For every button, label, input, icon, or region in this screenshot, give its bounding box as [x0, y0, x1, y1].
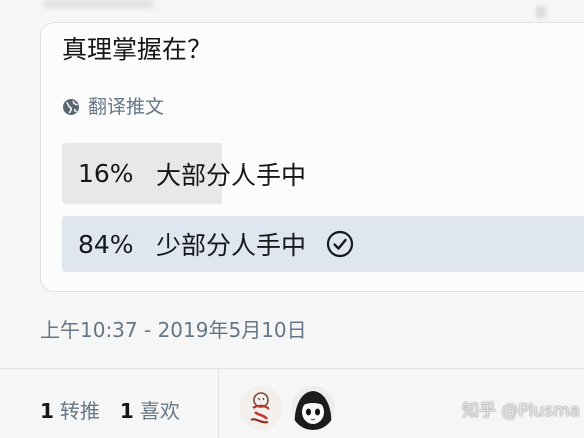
divider: [0, 368, 584, 369]
retweets-count: 1: [40, 399, 54, 423]
poll-option-2: 84% 少部分人手中: [62, 216, 584, 272]
blurred-header: [44, 0, 154, 8]
tweet-screenshot: 真理掌握在？ 翻译推文 16% 大部分人手中 84% 少部分人手中 上午10:3…: [0, 0, 584, 438]
likes-label: 喜欢: [139, 399, 180, 423]
tweet-timestamp[interactable]: 上午10:37 - 2019年5月10日: [40, 317, 307, 343]
avatar[interactable]: [239, 386, 283, 430]
poll-option-label: 少部分人手中: [156, 231, 307, 260]
poll-percent: 84%: [78, 229, 134, 259]
poll-question: 真理掌握在？: [62, 35, 213, 64]
poll-card: 真理掌握在？ 翻译推文 16% 大部分人手中 84% 少部分人手中: [40, 22, 584, 292]
retweets-stat[interactable]: 1 转推: [40, 398, 100, 424]
watermark: 知乎 @Plusma: [462, 401, 580, 421]
engagement-stats: 1 转推 1 喜欢: [40, 398, 180, 424]
divider: [218, 369, 219, 438]
poll-option-label: 大部分人手中: [156, 160, 307, 190]
likes-count: 1: [119, 399, 134, 423]
check-circle-icon: [326, 230, 354, 258]
globe-icon: [62, 98, 80, 116]
blurred-header-mark: [536, 6, 546, 18]
poll-percent: 16%: [78, 159, 134, 188]
poll-option-1: 16% 大部分人手中: [62, 143, 584, 204]
translate-label: 翻译推文: [88, 96, 165, 118]
translate-tweet-link[interactable]: 翻译推文: [62, 95, 164, 119]
retweets-label: 转推: [59, 399, 100, 423]
likes-stat[interactable]: 1 喜欢: [120, 398, 180, 424]
avatar[interactable]: [291, 386, 335, 430]
